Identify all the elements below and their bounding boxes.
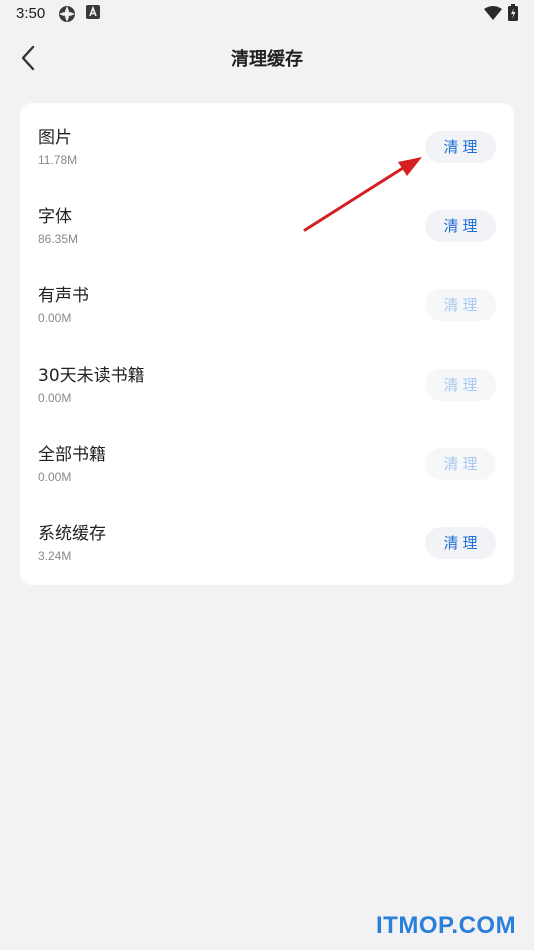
list-item-system-cache: 系统缓存 3.24M 清理 xyxy=(20,499,514,578)
item-size: 0.00M xyxy=(38,311,72,325)
page-title: 清理缓存 xyxy=(231,49,303,70)
item-name: 30天未读书籍 xyxy=(38,366,145,386)
battery-charging-icon xyxy=(508,4,518,21)
status-time: 3:50 xyxy=(16,5,46,22)
list-item-unread-books: 30天未读书籍 0.00M 清理 xyxy=(20,341,514,420)
item-size: 0.00M xyxy=(38,470,72,484)
clean-images-button[interactable]: 清理 xyxy=(425,131,496,163)
item-size: 86.35M xyxy=(38,232,79,246)
list-item-fonts: 字体 86.35M 清理 xyxy=(20,182,514,261)
clean-fonts-button[interactable]: 清理 xyxy=(425,210,496,242)
cache-list-card: 图片 11.78M 清理 字体 86.35M 清理 有声书 0.00M 清理 3… xyxy=(20,103,514,585)
watermark: ITMOP.COM xyxy=(376,912,517,939)
list-item-images: 图片 11.78M 清理 xyxy=(20,103,514,182)
item-name: 系统缓存 xyxy=(38,524,106,544)
item-size: 11.78M xyxy=(38,153,78,167)
clean-unread-books-button[interactable]: 清理 xyxy=(425,369,496,401)
clean-all-books-button[interactable]: 清理 xyxy=(425,448,496,480)
item-name: 图片 xyxy=(38,128,72,148)
item-name: 有声书 xyxy=(38,286,89,306)
wifi-icon xyxy=(484,6,502,20)
list-item-audiobooks: 有声书 0.00M 清理 xyxy=(20,261,514,340)
item-name: 全部书籍 xyxy=(38,445,106,465)
a-badge-icon xyxy=(86,5,100,19)
list-item-all-books: 全部书籍 0.00M 清理 xyxy=(20,420,514,499)
item-size: 3.24M xyxy=(38,549,72,563)
header: 清理缓存 xyxy=(0,30,534,86)
item-name: 字体 xyxy=(38,207,72,227)
clean-system-cache-button[interactable]: 清理 xyxy=(425,527,496,559)
status-bar: 3:50 xyxy=(0,0,534,28)
clean-audiobooks-button[interactable]: 清理 xyxy=(425,289,496,321)
settings-gear-icon xyxy=(59,6,75,22)
item-size: 0.00M xyxy=(38,391,72,405)
